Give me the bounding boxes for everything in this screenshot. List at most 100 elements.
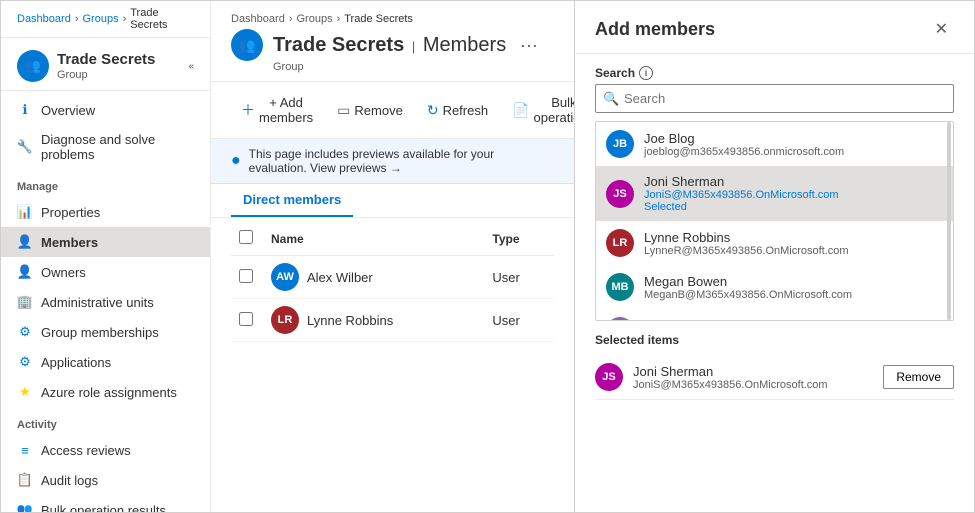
search-box: 🔍 bbox=[595, 84, 954, 113]
refresh-label: Refresh bbox=[443, 103, 489, 118]
scrollbar bbox=[947, 122, 951, 320]
item-name: Megan Bowen bbox=[644, 274, 943, 289]
avatar: AW bbox=[271, 263, 299, 291]
add-members-label: + Add members bbox=[259, 95, 313, 125]
bulk-operations-button[interactable]: 📄 Bulk operations ▾ bbox=[502, 90, 574, 130]
user-cell: LR Lynne Robbins bbox=[271, 306, 476, 334]
dropdown-item[interactable]: MB Megan Bowen MeganB@M365x493856.OnMicr… bbox=[596, 265, 953, 309]
sidebar-item-label: Administrative units bbox=[41, 295, 154, 310]
user-name: Alex Wilber bbox=[307, 270, 373, 285]
wrench-icon: 🔧 bbox=[17, 139, 33, 155]
remove-label: Remove bbox=[354, 103, 402, 118]
dropdown-item[interactable]: LR Lynne Robbins LynneR@M365x493856.OnMi… bbox=[596, 221, 953, 265]
avatar: MB bbox=[606, 273, 634, 301]
notice-bar: ● This page includes previews available … bbox=[211, 139, 574, 184]
tab-direct-members[interactable]: Direct members bbox=[231, 184, 353, 217]
sidebar-item-bulk-results[interactable]: 👥 Bulk operation results bbox=[1, 495, 210, 512]
user-type: User bbox=[484, 299, 554, 342]
main-group-icon: 👥 bbox=[231, 29, 263, 61]
remove-label: Remove bbox=[896, 370, 941, 384]
toolbar: ＋ + Add members ▭ Remove ↻ Refresh 📄 Bul… bbox=[211, 82, 574, 139]
more-options-button[interactable]: ··· bbox=[520, 35, 538, 55]
tab-bar: Direct members bbox=[211, 184, 574, 218]
sidebar-nav-top: ℹ Overview 🔧 Diagnose and solve problems bbox=[1, 95, 210, 169]
avatar: LR bbox=[271, 306, 299, 334]
item-email: JoniS@M365x493856.OnMicrosoft.com bbox=[644, 189, 943, 201]
selected-item-name: Joni Sherman bbox=[633, 364, 873, 379]
breadcrumb-trade-secrets: Trade Secrets bbox=[130, 7, 194, 31]
sidebar-item-label: Members bbox=[41, 235, 98, 250]
sidebar-header: 👥 Trade Secrets Group « bbox=[1, 38, 210, 91]
notice-icon: ● bbox=[231, 152, 241, 170]
group-icon: 👥 bbox=[17, 50, 49, 82]
sidebar-item-members[interactable]: 👤 Members bbox=[1, 227, 210, 257]
item-name: Joe Blog bbox=[644, 131, 943, 146]
remove-icon: ▭ bbox=[337, 102, 350, 119]
dropdown-item-selected[interactable]: JS Joni Sherman JoniS@M365x493856.OnMicr… bbox=[596, 166, 953, 221]
refresh-icon: ↻ bbox=[427, 102, 439, 119]
checkbox-header bbox=[231, 222, 263, 256]
avatar: MA bbox=[606, 317, 634, 321]
dropdown-item[interactable]: MA MOD Administrator admin@M365x493856.o… bbox=[596, 309, 953, 321]
search-label: Search i bbox=[595, 66, 954, 80]
select-all-checkbox[interactable] bbox=[239, 230, 253, 244]
activity-section-title: Activity bbox=[1, 407, 210, 435]
sidebar-item-audit-logs[interactable]: 📋 Audit logs bbox=[1, 465, 210, 495]
access-reviews-icon: ≡ bbox=[17, 442, 33, 458]
name-column-header[interactable]: Name bbox=[263, 222, 484, 256]
main-breadcrumb: Dashboard › Groups › Trade Secrets bbox=[231, 13, 554, 25]
sidebar-item-label: Overview bbox=[41, 103, 95, 118]
sidebar-item-label: Properties bbox=[41, 205, 100, 220]
sidebar-item-azure-roles[interactable]: ★ Azure role assignments bbox=[1, 377, 210, 407]
sidebar-item-label: Group memberships bbox=[41, 325, 159, 340]
manage-nav: 📊 Properties 👤 Members 👤 Owners 🏢 Admini… bbox=[1, 197, 210, 407]
remove-selected-button[interactable]: Remove bbox=[883, 365, 954, 389]
bulk-label: Bulk operations bbox=[534, 95, 574, 125]
sidebar-item-admin-units[interactable]: 🏢 Administrative units bbox=[1, 287, 210, 317]
selected-tag: Selected bbox=[644, 201, 943, 213]
members-icon: 👤 bbox=[17, 234, 33, 250]
sidebar-item-properties[interactable]: 📊 Properties bbox=[1, 197, 210, 227]
tab-label: Direct members bbox=[243, 192, 341, 207]
breadcrumb-groups[interactable]: Groups bbox=[83, 13, 119, 25]
sidebar-item-diagnose[interactable]: 🔧 Diagnose and solve problems bbox=[1, 125, 210, 169]
properties-icon: 📊 bbox=[17, 204, 33, 220]
row-checkbox[interactable] bbox=[239, 269, 253, 283]
dropdown-list: JB Joe Blog joeblog@m365x493856.onmicros… bbox=[595, 121, 954, 321]
main-content: Dashboard › Groups › Trade Secrets 👥 Tra… bbox=[211, 1, 574, 512]
main-title-row: 👥 Trade Secrets | Members ··· bbox=[231, 29, 554, 61]
sidebar-item-group-memberships[interactable]: ⚙ Group memberships bbox=[1, 317, 210, 347]
refresh-button[interactable]: ↻ Refresh bbox=[417, 97, 498, 124]
item-name: Joni Sherman bbox=[644, 174, 943, 189]
dropdown-item[interactable]: JB Joe Blog joeblog@m365x493856.onmicros… bbox=[596, 122, 953, 166]
sidebar-item-access-reviews[interactable]: ≡ Access reviews bbox=[1, 435, 210, 465]
search-input[interactable] bbox=[595, 84, 954, 113]
breadcrumb-groups[interactable]: Groups bbox=[297, 13, 333, 25]
sidebar-breadcrumb: Dashboard › Groups › Trade Secrets bbox=[1, 1, 210, 38]
selected-items-title: Selected items bbox=[595, 333, 954, 347]
search-icon: 🔍 bbox=[603, 91, 619, 107]
add-members-button[interactable]: ＋ + Add members bbox=[231, 90, 323, 130]
main-group-name: Trade Secrets bbox=[273, 34, 404, 56]
type-column-header[interactable]: Type bbox=[484, 222, 554, 256]
owners-icon: 👤 bbox=[17, 264, 33, 280]
breadcrumb-dashboard[interactable]: Dashboard bbox=[231, 13, 285, 25]
bulk-icon: 📄 bbox=[512, 102, 529, 119]
manage-section-title: Manage bbox=[1, 169, 210, 197]
user-cell: AW Alex Wilber bbox=[271, 263, 476, 291]
bulk-results-icon: 👥 bbox=[17, 502, 33, 512]
sidebar-item-applications[interactable]: ⚙ Applications bbox=[1, 347, 210, 377]
main-header: Dashboard › Groups › Trade Secrets 👥 Tra… bbox=[211, 1, 574, 82]
row-checkbox[interactable] bbox=[239, 312, 253, 326]
main-group-type: Group bbox=[273, 61, 554, 73]
remove-button[interactable]: ▭ Remove bbox=[327, 97, 413, 124]
collapse-button[interactable]: « bbox=[188, 61, 194, 72]
close-button[interactable]: ✕ bbox=[929, 17, 954, 41]
item-email: LynneR@M365x493856.OnMicrosoft.com bbox=[644, 245, 943, 257]
table-row: AW Alex Wilber User bbox=[231, 256, 554, 299]
sidebar-item-owners[interactable]: 👤 Owners bbox=[1, 257, 210, 287]
sidebar-item-overview[interactable]: ℹ Overview bbox=[1, 95, 210, 125]
sidebar-item-label: Access reviews bbox=[41, 443, 131, 458]
breadcrumb-dashboard[interactable]: Dashboard bbox=[17, 13, 71, 25]
panel-body: Search i 🔍 JB Joe Blog joeblog@m365x4938… bbox=[575, 54, 974, 512]
